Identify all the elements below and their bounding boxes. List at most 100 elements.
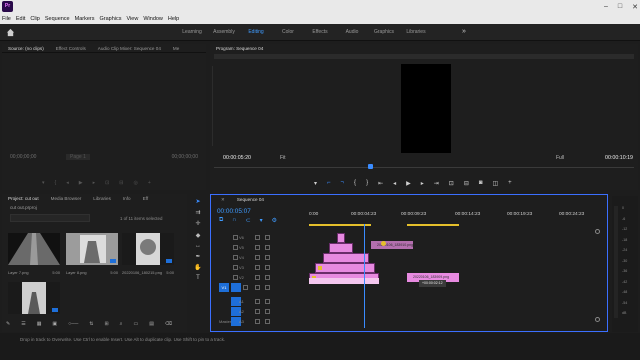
extract-icon[interactable]: ⊟: [464, 180, 469, 187]
timeline-clip-v1[interactable]: [309, 278, 379, 284]
workspace-learning[interactable]: Learning: [176, 29, 208, 35]
play-icon[interactable]: ▶: [406, 180, 411, 187]
lock-icon[interactable]: [243, 285, 248, 290]
mark-out-icon[interactable]: {: [55, 180, 57, 186]
slip-tool-icon[interactable]: ↔: [195, 243, 201, 249]
source-page-select[interactable]: Page 1: [66, 154, 90, 160]
workspace-graphics[interactable]: Graphics: [368, 29, 400, 35]
menu-view[interactable]: View: [127, 16, 139, 22]
export-frame-icon[interactable]: ◎: [133, 180, 137, 186]
clear-icon[interactable]: ⌫: [165, 321, 172, 327]
tab-info[interactable]: Info: [117, 196, 137, 201]
menu-window[interactable]: Window: [143, 16, 163, 22]
work-area-bar[interactable]: [309, 224, 371, 226]
menu-file[interactable]: File: [2, 16, 11, 22]
program-scrub-bar[interactable]: [214, 167, 634, 168]
eye-icon[interactable]: [265, 235, 270, 240]
program-playhead[interactable]: [368, 164, 373, 169]
tab-project[interactable]: Project: cut out: [2, 196, 45, 201]
frame-forward-icon[interactable]: ▸: [421, 180, 424, 187]
maximize-icon[interactable]: □: [618, 3, 622, 11]
mute-icon[interactable]: [255, 319, 260, 324]
tab-libraries[interactable]: Libraries: [87, 196, 117, 201]
timeline-settings-icon[interactable]: ⚙: [272, 217, 277, 224]
selection-tool-icon[interactable]: ➤: [195, 198, 200, 205]
track-select-tool-icon[interactable]: ⇉: [195, 209, 200, 216]
mute-icon[interactable]: [255, 309, 260, 314]
mute-icon[interactable]: [255, 299, 260, 304]
razor-tool-icon[interactable]: ◆: [196, 232, 201, 239]
source-patch-v1[interactable]: V1: [219, 283, 229, 292]
mark-out-icon[interactable]: ¬: [341, 180, 345, 187]
sync-lock-icon[interactable]: [255, 265, 260, 270]
overwrite-icon[interactable]: ⊟: [119, 180, 123, 186]
frame-back-icon[interactable]: ◂: [393, 180, 396, 187]
sort-icons-icon[interactable]: ⇅: [89, 321, 93, 327]
step-back-icon[interactable]: ⇤: [378, 180, 383, 187]
comparison-view-icon[interactable]: ◫: [492, 180, 498, 187]
project-item[interactable]: [8, 282, 60, 316]
dragged-clip-ghost[interactable]: 20220106_183910.png: [371, 241, 413, 249]
close-icon[interactable]: ✕: [632, 3, 638, 11]
add-button-icon[interactable]: +: [148, 180, 151, 186]
menu-graphics[interactable]: Graphics: [100, 16, 122, 22]
step-forward-icon[interactable]: ▸: [93, 180, 96, 186]
automate-to-sequence-icon[interactable]: ⊞: [104, 321, 108, 327]
sync-lock-icon[interactable]: [255, 255, 260, 260]
list-view-icon[interactable]: ☰: [21, 321, 25, 327]
play-icon[interactable]: ▶: [79, 180, 83, 186]
tab-media-browser[interactable]: Media Browser: [45, 196, 88, 201]
project-item-selected[interactable]: Layer 8.png 5:00: [66, 233, 118, 275]
mark-in-icon[interactable]: ⌐: [327, 180, 331, 187]
workspace-libraries[interactable]: Libraries: [400, 29, 432, 35]
sync-lock-icon[interactable]: [255, 285, 260, 290]
timeline-timecode[interactable]: 00:00:05:07: [217, 208, 251, 215]
project-item[interactable]: Layer 7.png 5:00: [8, 233, 60, 275]
solo-icon[interactable]: [265, 309, 270, 314]
tab-metadata[interactable]: Me: [167, 46, 185, 51]
timeline-clip[interactable]: [337, 233, 345, 243]
eye-icon[interactable]: [265, 285, 270, 290]
tab-effect-controls[interactable]: Effect Controls: [50, 46, 92, 51]
pen-tool-icon[interactable]: ✒: [195, 253, 200, 260]
workspace-audio[interactable]: Audio: [336, 29, 368, 35]
insert-sequence-icon[interactable]: ⧉: [219, 217, 223, 224]
lock-icon[interactable]: [233, 265, 238, 270]
type-tool-icon[interactable]: T: [196, 275, 200, 281]
ripple-edit-tool-icon[interactable]: ✛: [195, 220, 200, 227]
eye-icon[interactable]: [265, 275, 270, 280]
menu-sequence[interactable]: Sequence: [45, 16, 70, 22]
workspace-assembly[interactable]: Assembly: [208, 29, 240, 35]
sync-lock-icon[interactable]: [255, 275, 260, 280]
workspace-color[interactable]: Color: [272, 29, 304, 35]
lock-icon[interactable]: [233, 275, 238, 280]
workspace-editing[interactable]: Editing: [240, 29, 272, 35]
marker-icon[interactable]: ▾: [314, 180, 317, 187]
menu-help[interactable]: Help: [168, 16, 179, 22]
new-bin-icon[interactable]: ▭: [133, 321, 138, 327]
solo-icon[interactable]: [265, 299, 270, 304]
timeline-clip[interactable]: [329, 243, 353, 253]
camera-icon[interactable]: ◙: [479, 180, 483, 187]
program-ruler[interactable]: [214, 54, 634, 59]
work-area-bar[interactable]: [407, 224, 459, 226]
sync-lock-icon[interactable]: [255, 245, 260, 250]
vertical-zoom-handle[interactable]: [595, 229, 600, 234]
minimize-icon[interactable]: –: [604, 3, 608, 11]
lock-icon[interactable]: [233, 245, 238, 250]
vertical-zoom-handle[interactable]: [595, 317, 600, 322]
go-to-out-icon[interactable]: }: [366, 180, 368, 187]
eye-icon[interactable]: [265, 265, 270, 270]
find-icon[interactable]: ⌕: [120, 321, 123, 327]
project-search-input[interactable]: [10, 214, 90, 222]
menu-clip[interactable]: Clip: [30, 16, 39, 22]
lock-icon[interactable]: [233, 255, 238, 260]
timeline-clip[interactable]: [315, 263, 375, 273]
tab-source[interactable]: Source: (no clips): [2, 46, 50, 51]
project-item[interactable]: 20220106_180215.png 5:00: [122, 233, 174, 275]
timeline-clip[interactable]: [323, 253, 369, 263]
insert-icon[interactable]: ⊡: [105, 180, 109, 186]
menu-edit[interactable]: Edit: [16, 16, 25, 22]
lock-icon[interactable]: [233, 235, 238, 240]
hand-tool-icon[interactable]: ✋: [194, 264, 201, 271]
